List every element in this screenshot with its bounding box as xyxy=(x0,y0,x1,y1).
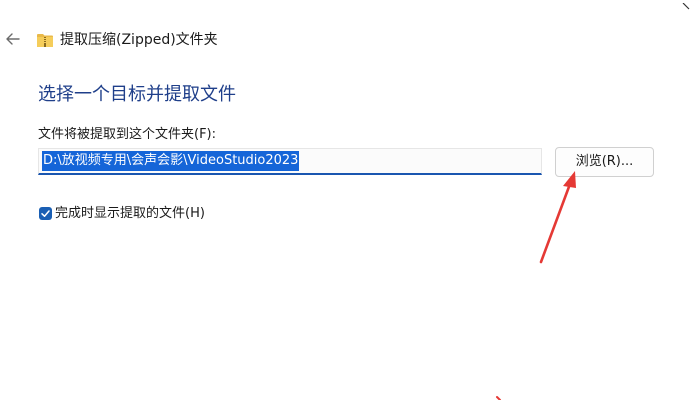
checkmark-icon xyxy=(41,210,50,217)
destination-label: 文件将被提取到这个文件夹(F): xyxy=(38,127,217,142)
destination-path-input[interactable]: D:\放视频专用\会声会影\VideoStudio2023 xyxy=(38,148,542,175)
destination-path-text: D:\放视频专用\会声会影\VideoStudio2023 xyxy=(42,151,300,171)
page-heading: 选择一个目标并提取文件 xyxy=(38,84,236,105)
close-icon xyxy=(682,2,690,10)
show-files-checkbox[interactable] xyxy=(39,207,52,220)
dialog-title: 提取压缩(Zipped)文件夹 xyxy=(60,32,218,48)
browse-button[interactable]: 浏览(R)... xyxy=(555,147,654,177)
annotation-arrow-icon xyxy=(496,171,576,400)
zipped-folder-icon xyxy=(37,32,53,47)
show-files-label[interactable]: 完成时显示提取的文件(H) xyxy=(55,205,205,222)
close-button[interactable] xyxy=(675,0,699,12)
back-button[interactable] xyxy=(2,28,24,50)
back-arrow-icon xyxy=(6,33,20,45)
